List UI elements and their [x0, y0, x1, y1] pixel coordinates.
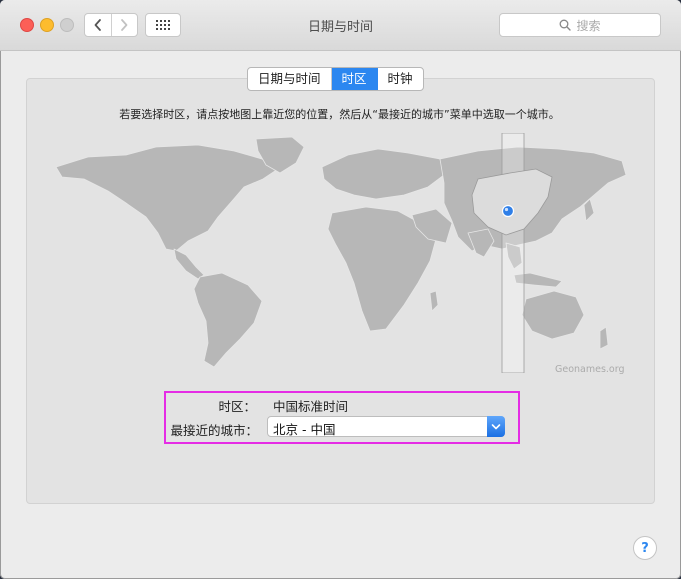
- timezone-value: 中国标准时间: [273, 399, 349, 414]
- closest-city-label: 最接近的城市：: [170, 423, 258, 438]
- magnifier-icon: [560, 19, 572, 31]
- tab-date-time[interactable]: 日期与时间: [248, 68, 332, 90]
- south-america-landmass: [193, 272, 263, 368]
- world-map[interactable]: [48, 133, 632, 373]
- central-america-landmass: [173, 248, 205, 280]
- search-placeholder: 搜索: [576, 18, 601, 33]
- title-bar: 日期与时间 搜索: [0, 0, 681, 51]
- tab-time-zone[interactable]: 时区: [331, 68, 378, 90]
- india-landmass: [467, 228, 495, 258]
- timezone-band: [501, 133, 525, 373]
- closest-city-popup[interactable]: 北京 - 中国: [267, 416, 505, 437]
- popup-arrow[interactable]: [487, 416, 505, 437]
- instructions-text: 若要选择时区，请点按地图上靠近您的位置，然后从“最接近的城市”菜单中选取一个城市…: [119, 108, 560, 121]
- tab-bar: 日期与时间 时区 时钟: [247, 67, 424, 91]
- europe-landmass: [321, 148, 445, 200]
- search-field[interactable]: 搜索: [499, 13, 661, 37]
- new-zealand-landmass: [599, 326, 609, 350]
- location-pin-icon: [501, 204, 515, 218]
- madagascar-landmass: [429, 290, 439, 312]
- timezone-label: 时区：: [218, 399, 256, 414]
- system-preferences-window: 日期与时间 搜索 日期与时间 时区 时钟 若要选择时区，请点按地图上靠近您的位置…: [0, 0, 681, 579]
- help-button[interactable]: ?: [633, 536, 657, 560]
- tab-clock[interactable]: 时钟: [378, 68, 423, 90]
- closest-city-value: 北京 - 中国: [273, 422, 336, 437]
- popup-chevron-icon: [491, 423, 501, 429]
- australia-landmass: [521, 290, 585, 340]
- north-america-landmass: [55, 144, 279, 252]
- map-credit: Geonames.org: [555, 364, 625, 375]
